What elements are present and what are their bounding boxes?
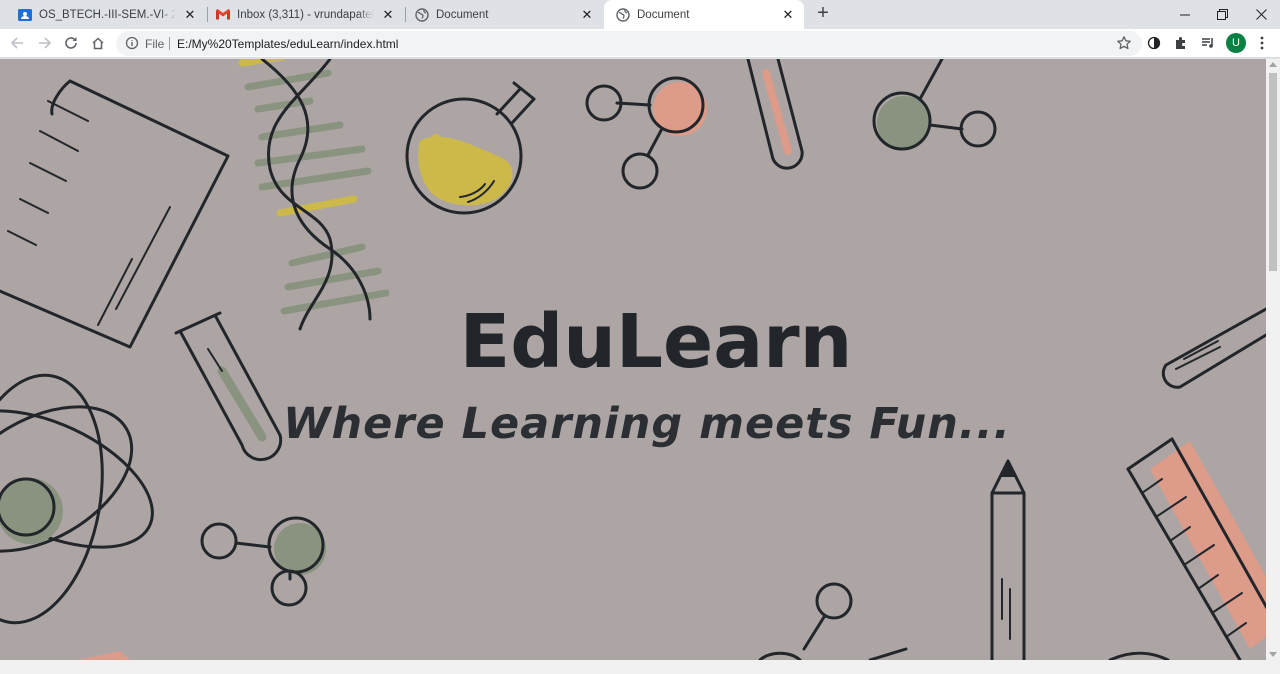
- shape-fragment: [1108, 651, 1170, 660]
- minimize-icon: [1180, 14, 1190, 15]
- url-text[interactable]: E:/My%20Templates/eduLearn/index.html: [177, 37, 398, 51]
- restore-icon: [1216, 9, 1228, 20]
- browser-toolbar: File E:/My%20Templates/eduLearn/index.ht…: [0, 29, 1280, 58]
- minimize-button[interactable]: [1166, 0, 1204, 29]
- kebab-menu-icon: [1260, 36, 1264, 50]
- shape-fragment: [78, 651, 130, 660]
- reload-button[interactable]: [60, 32, 82, 54]
- round-flask-icon: [405, 81, 536, 215]
- address-bar[interactable]: File E:/My%20Templates/eduLearn/index.ht…: [116, 31, 1142, 56]
- media-queue-icon: [1202, 38, 1213, 48]
- globe-icon: [415, 7, 429, 22]
- tab-strip: OS_BTECH.-III-SEM.-VI- 2021 DIV ✕ Inbox …: [0, 0, 1280, 29]
- molecule-icon: [872, 59, 997, 151]
- tab-title: OS_BTECH.-III-SEM.-VI- 2021 DIV: [39, 8, 176, 21]
- omnibox-divider: [169, 37, 170, 50]
- info-icon[interactable]: [125, 36, 139, 50]
- dark-mode-extension-button[interactable]: [1143, 32, 1165, 54]
- globe-icon: [616, 7, 630, 22]
- home-icon: [92, 37, 104, 50]
- scroll-up-arrow-icon[interactable]: [1269, 62, 1277, 67]
- profile-avatar[interactable]: U: [1226, 33, 1246, 53]
- molecule-icon: [585, 76, 707, 190]
- close-icon: [1255, 9, 1267, 20]
- forward-button[interactable]: [34, 32, 56, 54]
- close-tab-icon[interactable]: ✕: [780, 7, 796, 23]
- test-tube-icon: [746, 59, 804, 170]
- scroll-down-arrow-icon[interactable]: [1269, 652, 1277, 657]
- reload-icon: [65, 37, 77, 49]
- tab-document[interactable]: Document ✕: [403, 0, 603, 29]
- dna-helix-icon: [238, 59, 390, 331]
- forward-arrow-icon: [39, 37, 52, 49]
- google-classroom-icon: [18, 8, 32, 22]
- tab-document-active[interactable]: Document ✕: [604, 0, 804, 29]
- ruler-icon: [1126, 437, 1266, 660]
- reading-list-button[interactable]: [1197, 32, 1219, 54]
- extensions-button[interactable]: [1170, 32, 1192, 54]
- page-viewport: .ln { fill: none; stroke: #22262b; strok…: [0, 59, 1266, 660]
- new-tab-button[interactable]: +: [813, 3, 833, 24]
- home-button[interactable]: [87, 32, 109, 54]
- tab-title: Document: [637, 8, 690, 21]
- puzzle-icon: [1176, 37, 1185, 49]
- half-moon-icon: [1147, 36, 1161, 50]
- menu-button[interactable]: [1251, 32, 1273, 54]
- page-tagline: Where Learning meets Fun...: [283, 399, 1011, 449]
- tab-title: Inbox (3,311) - vrundapatel816@: [237, 8, 374, 21]
- gmail-icon: [216, 8, 230, 22]
- close-tab-icon[interactable]: ✕: [579, 7, 595, 23]
- close-tab-icon[interactable]: ✕: [380, 7, 396, 23]
- molecule-icon: [758, 582, 908, 660]
- close-tab-icon[interactable]: ✕: [182, 7, 198, 23]
- page-title: EduLearn: [459, 299, 853, 385]
- tab-classroom[interactable]: OS_BTECH.-III-SEM.-VI- 2021 DIV ✕: [6, 0, 206, 29]
- pencil-icon: [990, 459, 1026, 660]
- back-button[interactable]: [6, 32, 28, 54]
- molecule-icon: [200, 516, 326, 607]
- restore-button[interactable]: [1203, 0, 1241, 29]
- bookmark-star-icon[interactable]: [1116, 35, 1132, 51]
- close-window-button[interactable]: [1242, 0, 1280, 29]
- back-arrow-icon: [10, 37, 23, 49]
- vertical-scrollbar[interactable]: [1266, 59, 1280, 660]
- scrollbar-thumb[interactable]: [1269, 73, 1277, 271]
- scheme-label: File: [145, 37, 165, 51]
- tab-gmail[interactable]: Inbox (3,311) - vrundapatel816@ ✕: [204, 0, 404, 29]
- tab-title: Document: [436, 8, 489, 21]
- horizontal-scroll-area: [0, 660, 1280, 674]
